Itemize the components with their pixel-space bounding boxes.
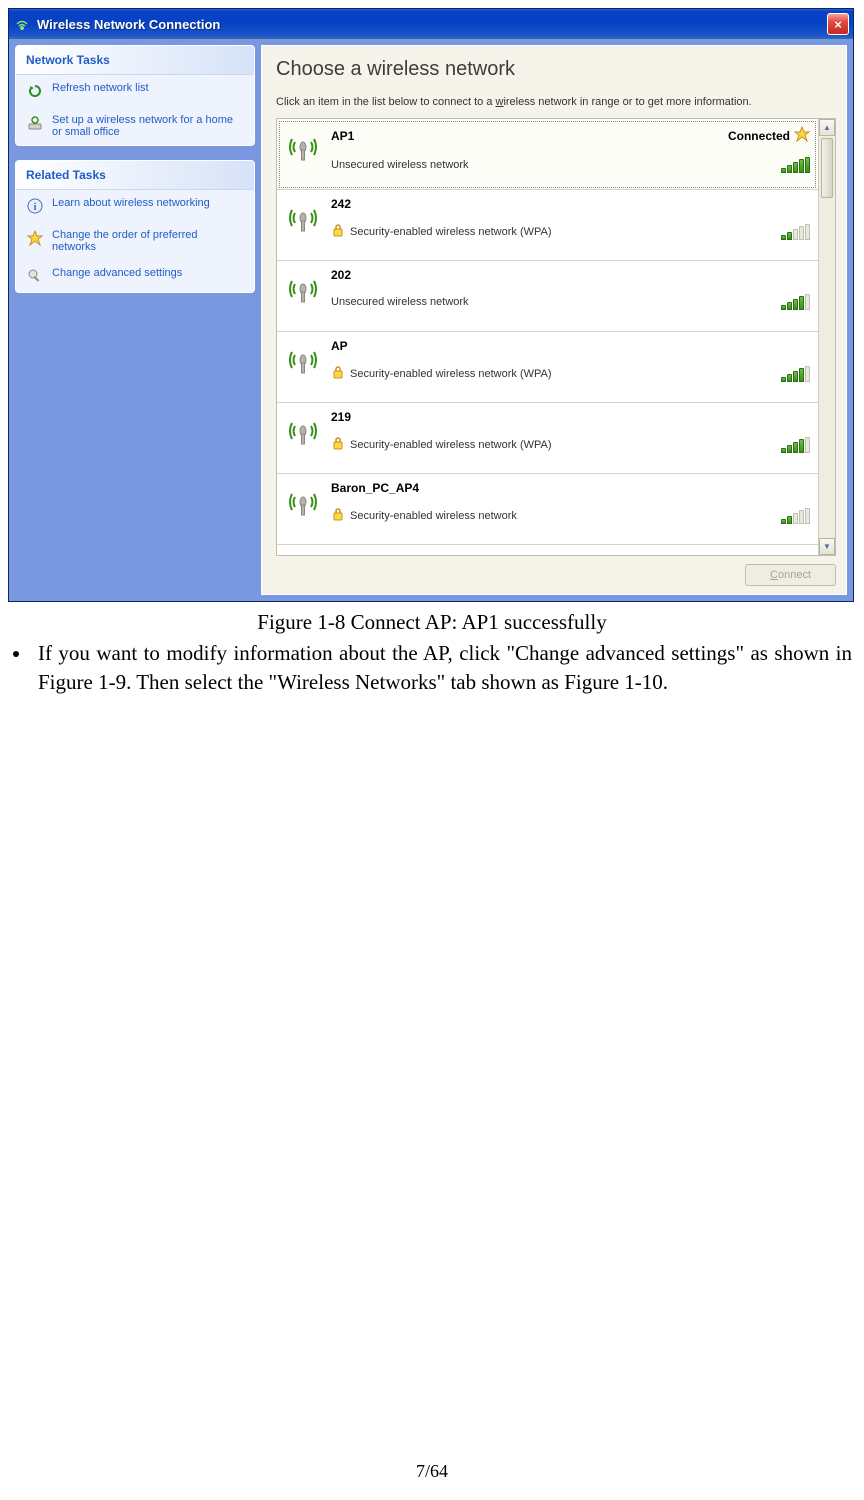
wireless-icon [13,15,31,33]
signal-strength-icon [781,224,810,240]
task-label: Change advanced settings [52,267,182,279]
network-security: Security-enabled wireless network (WPA) [350,368,552,380]
change-order-link[interactable]: Change the order of preferred networks [16,222,254,260]
signal-strength-icon [781,437,810,453]
network-item[interactable]: Baron_PC_AP4 Security-enabled wireless ne… [277,474,818,545]
signal-strength-icon [781,294,810,310]
scroll-track[interactable] [819,200,835,538]
window-body: Network Tasks Refresh network list Set u… [9,39,853,601]
setup-network-link[interactable]: Set up a wireless network for a home or … [16,107,254,145]
document-bullet: If you want to modify information about … [32,639,852,696]
network-tasks-panel: Network Tasks Refresh network list Set u… [15,45,255,146]
network-name: AP1 [331,129,354,143]
connect-button[interactable]: Connect [745,564,836,586]
wireless-signal-icon [285,481,321,537]
network-item[interactable]: 202 Unsecured wireless network [277,261,818,332]
setup-network-icon [26,114,44,132]
wireless-signal-icon [285,197,321,253]
network-item[interactable]: AP Security-enabled wireless network (WPA… [277,332,818,403]
lock-icon [331,436,345,453]
lock-icon [331,507,345,524]
network-security: Unsecured wireless network [331,296,469,308]
network-item[interactable]: AP1 Connected Unsecured wireless network [277,119,818,190]
signal-strength-icon [781,508,810,524]
wireless-signal-icon [285,339,321,395]
network-name: AP [331,339,348,353]
network-name: 219 [331,410,351,424]
scroll-thumb[interactable] [821,138,833,198]
main-instruction: Click an item in the list below to conne… [276,95,836,110]
network-security: Security-enabled wireless network (WPA) [350,226,552,238]
network-list: AP1Connected Unsecured wireless network2… [276,118,836,556]
wireless-network-window: Wireless Network Connection × Network Ta… [8,8,854,602]
network-name: 242 [331,197,351,211]
main-heading: Choose a wireless network [276,58,836,81]
star-icon [26,229,44,247]
refresh-icon [26,82,44,100]
network-list-inner: AP1Connected Unsecured wireless network2… [277,119,818,555]
page-number: 7/64 [0,1461,864,1482]
task-label: Change the order of preferred networks [52,229,244,253]
favorite-star-icon [794,126,810,145]
change-advanced-link[interactable]: Change advanced settings [16,260,254,292]
scroll-down-button[interactable]: ▼ [819,538,835,555]
task-label: Learn about wireless networking [52,197,210,209]
settings-icon [26,267,44,285]
figure-caption: Figure 1-8 Connect AP: AP1 successfully [0,610,864,635]
network-security: Security-enabled wireless network [350,510,517,522]
network-name: Baron_PC_AP4 [331,481,419,495]
footer: Connect [276,556,836,586]
learn-wireless-link[interactable]: i Learn about wireless networking [16,190,254,222]
wireless-signal-icon [285,268,321,324]
network-security: Unsecured wireless network [331,159,469,171]
refresh-network-link[interactable]: Refresh network list [16,75,254,107]
network-name: 202 [331,268,351,282]
sidebar: Network Tasks Refresh network list Set u… [15,45,255,595]
window-titlebar: Wireless Network Connection × [9,9,853,39]
close-icon: × [834,17,842,32]
network-status: Connected [728,126,810,145]
info-icon: i [26,197,44,215]
wireless-signal-icon [285,126,321,182]
task-label: Refresh network list [52,82,149,94]
main-area: Choose a wireless network Click an item … [261,45,847,595]
related-tasks-header: Related Tasks [16,161,254,190]
close-button[interactable]: × [827,13,849,35]
lock-icon [331,365,345,382]
window-title: Wireless Network Connection [37,17,827,32]
network-security: Security-enabled wireless network (WPA) [350,439,552,451]
network-item[interactable]: 242 Security-enabled wireless network (WP… [277,190,818,261]
svg-text:i: i [33,201,36,213]
lock-icon [331,223,345,240]
scroll-up-button[interactable]: ▲ [819,119,835,136]
signal-strength-icon [781,157,810,173]
network-tasks-header: Network Tasks [16,46,254,75]
wireless-signal-icon [285,410,321,466]
signal-strength-icon [781,366,810,382]
network-item[interactable]: 219 Security-enabled wireless network (WP… [277,403,818,474]
scrollbar[interactable]: ▲ ▼ [818,119,835,555]
document-bullet-list: If you want to modify information about … [32,639,852,696]
task-label: Set up a wireless network for a home or … [52,114,244,138]
related-tasks-panel: Related Tasks i Learn about wireless net… [15,160,255,293]
sidebar-spacer [15,307,255,595]
